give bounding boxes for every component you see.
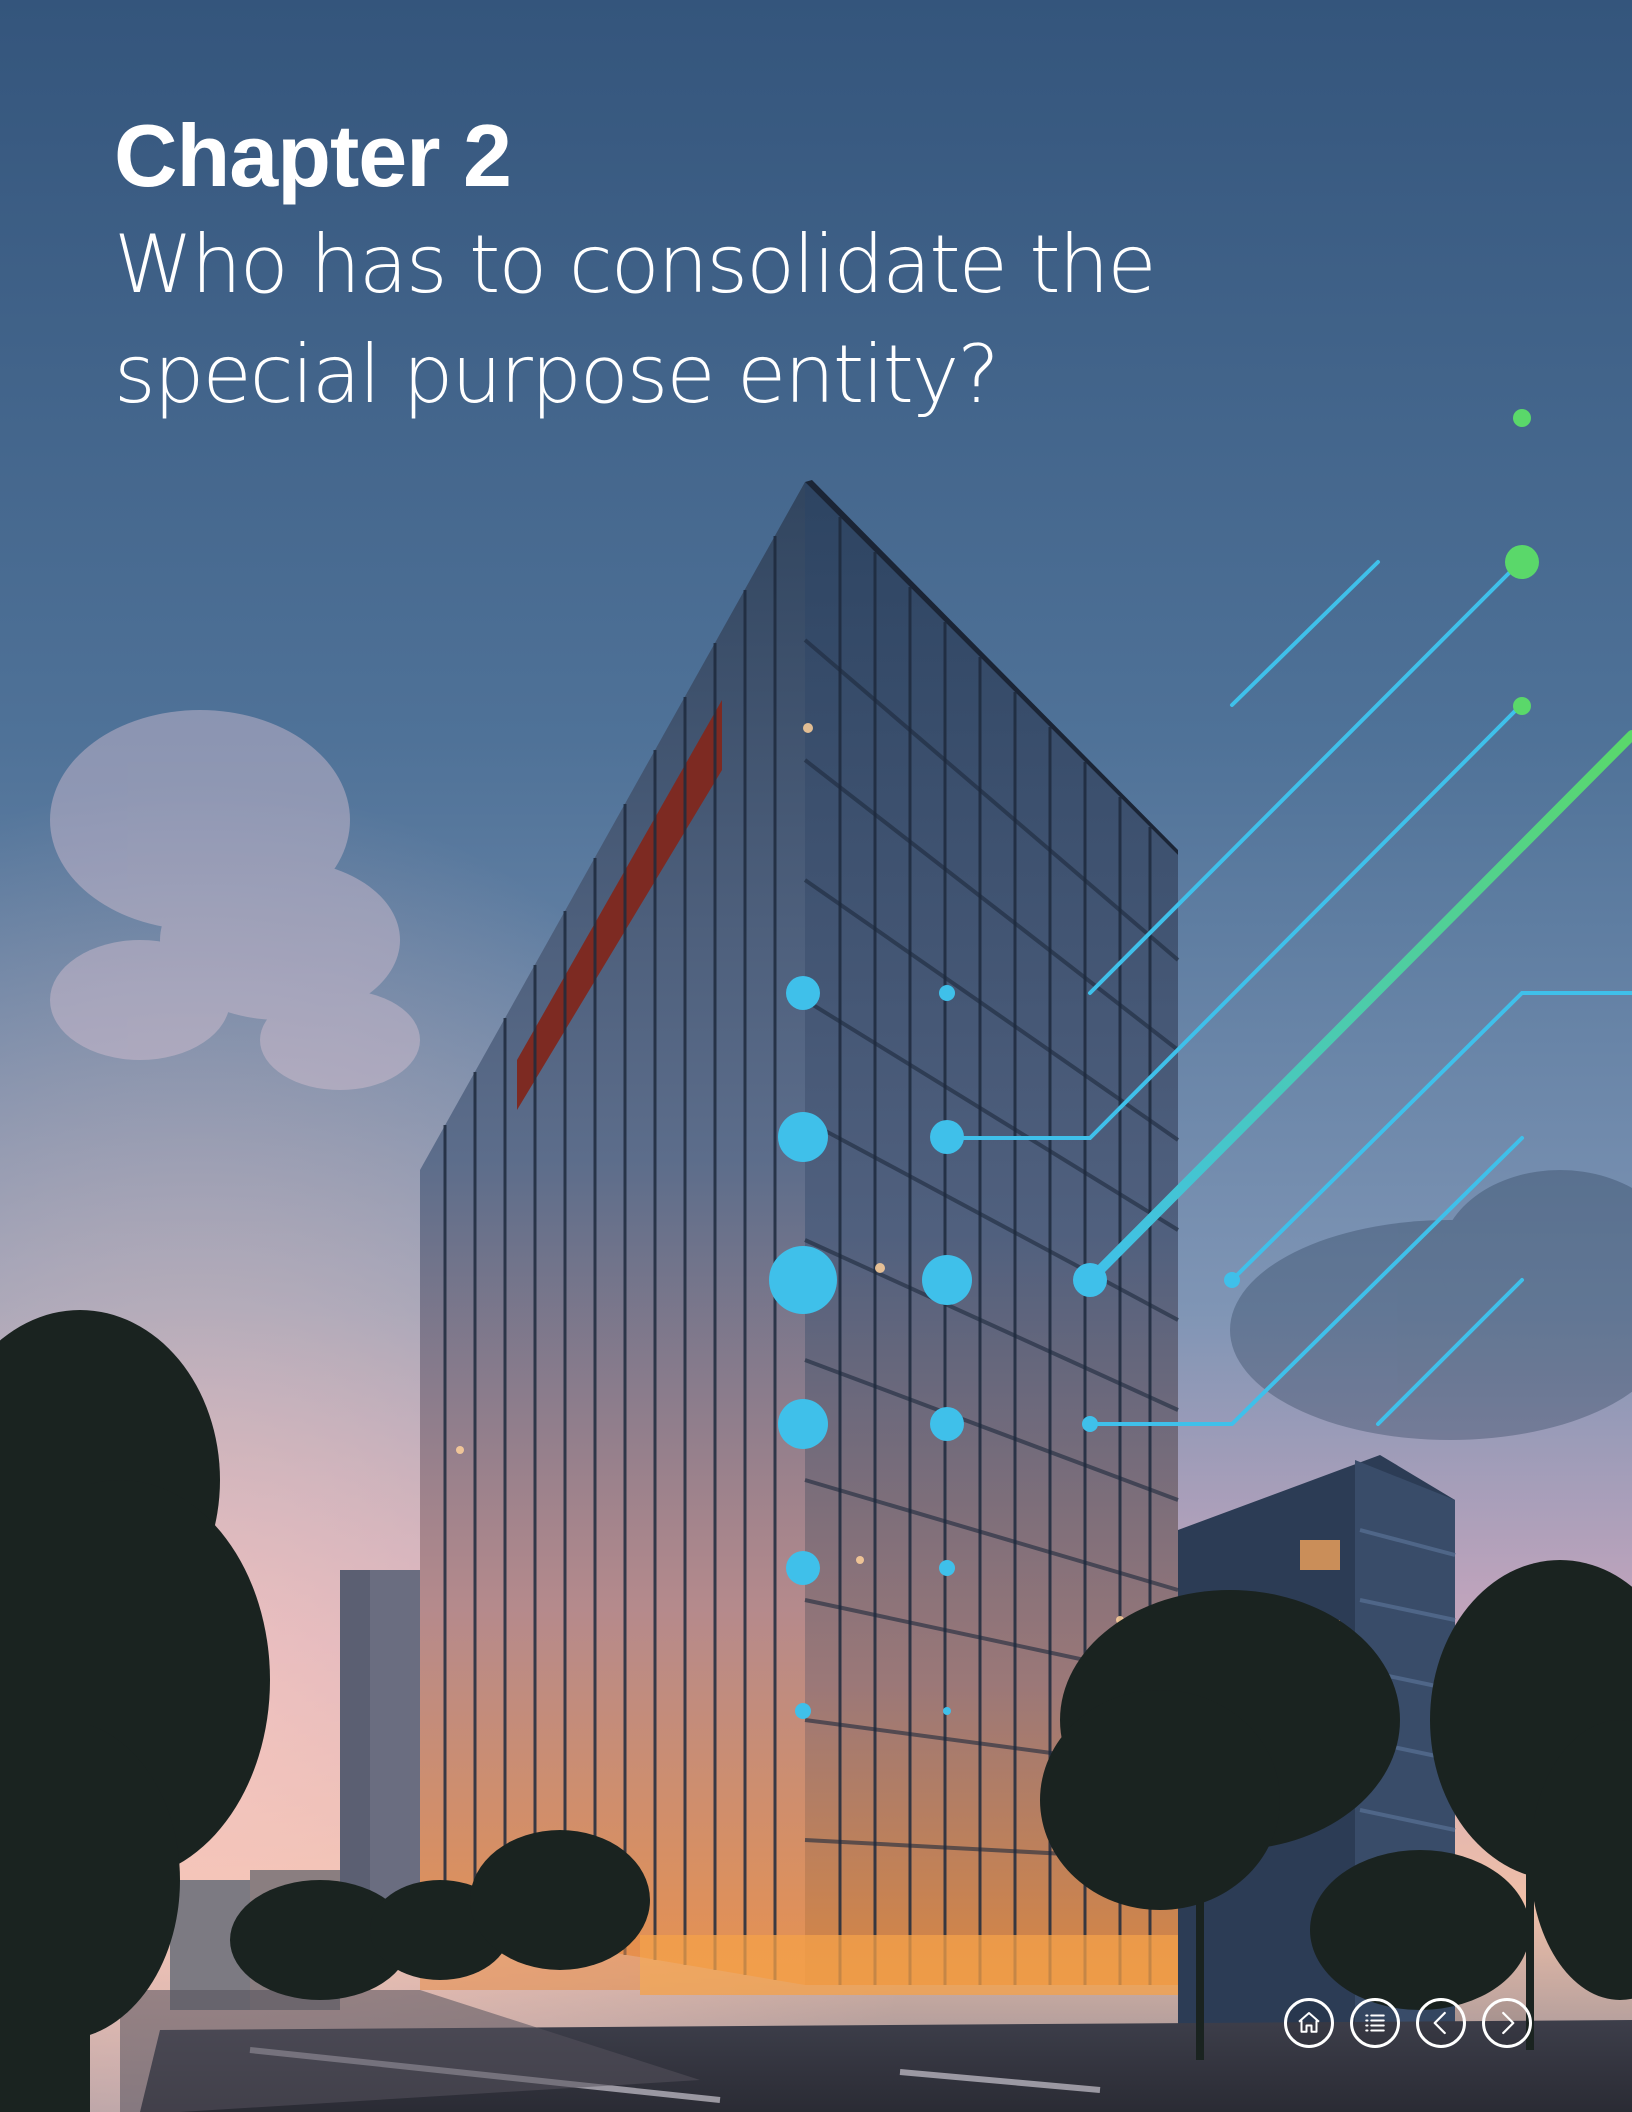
chapter-heading: Chapter 2 Who has to consolidate the spe… [114, 108, 1314, 430]
home-button[interactable] [1284, 1998, 1334, 2048]
contents-button[interactable] [1350, 1998, 1400, 2048]
chapter-cover-page: Chapter 2 Who has to consolidate the spe… [0, 0, 1632, 2112]
page-navigation [1284, 1998, 1532, 2048]
next-page-button[interactable] [1482, 1998, 1532, 2048]
chevron-left-icon [1433, 2011, 1446, 2035]
chapter-number: Chapter 2 [114, 106, 512, 205]
list-icon [1365, 2014, 1385, 2032]
chapter-title: Who has to consolidate the special purpo… [114, 218, 1157, 421]
previous-page-button[interactable] [1416, 1998, 1466, 2048]
chevron-right-icon [1502, 2011, 1515, 2035]
home-icon [1298, 2012, 1320, 2033]
